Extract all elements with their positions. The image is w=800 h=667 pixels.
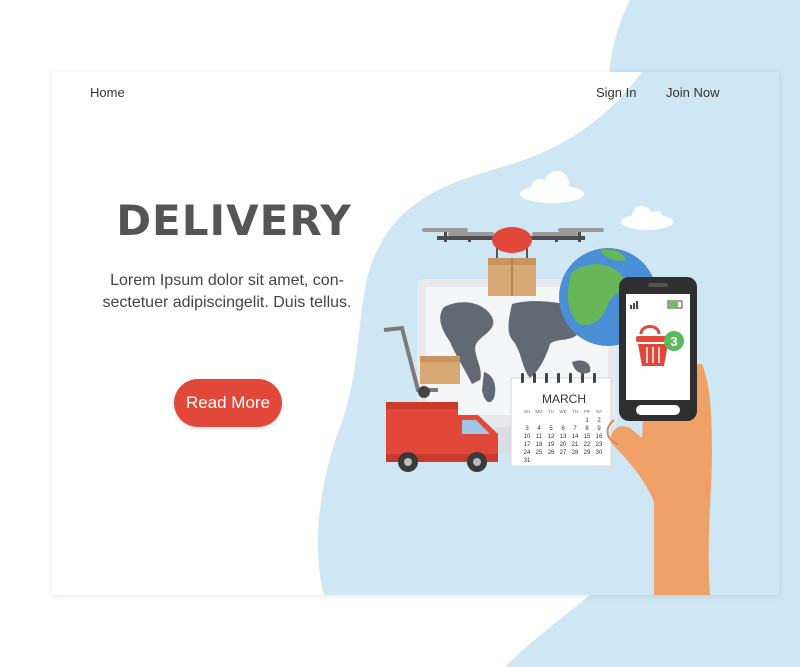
calendar-day: 13 [560, 434, 567, 440]
calendar-day: 12 [548, 434, 555, 440]
calendar-day: 28 [572, 450, 579, 456]
calendar-weekday: FR [584, 409, 591, 414]
calendar-day: 24 [524, 450, 531, 456]
calendar-day: 31 [524, 458, 531, 464]
calendar-day: 15 [584, 434, 591, 440]
calendar-day: 11 [536, 434, 543, 440]
calendar-weekday: SU [524, 409, 530, 414]
calendar-weekday: TU [548, 409, 554, 414]
cart-count-text: 3 [670, 334, 677, 349]
cloud-icon [621, 206, 673, 230]
calendar-day: 10 [524, 434, 531, 440]
calendar-icon: MARCH SU MO TU WE TH FR SA 1 23 4 5 6 7 8 910 11… [510, 373, 612, 467]
calendar-day: 30 [596, 450, 603, 456]
calendar-day: 23 [596, 442, 603, 448]
calendar-weekday: TH [572, 409, 578, 414]
calendar-day: 19 [548, 442, 555, 448]
calendar-day: 18 [536, 442, 543, 448]
calendar-day: 16 [596, 434, 603, 440]
calendar-day: 26 [548, 450, 555, 456]
calendar-weekday: SA [596, 409, 602, 414]
landing-page-card: Home Sign In Join Now DELIVERY Lorem Ips… [52, 72, 779, 595]
delivery-illustration: MARCH SU MO TU WE TH FR SA 1 23 4 5 6 7 8 910 11… [383, 171, 712, 595]
calendar-day: 14 [572, 434, 579, 440]
calendar-weekday: MO [535, 409, 543, 414]
calendar-day: 17 [524, 442, 531, 448]
calendar-weekday: WE [559, 409, 566, 414]
smartphone-icon: 3 [619, 277, 697, 421]
cloud-icon [520, 171, 584, 203]
calendar-day: 25 [536, 450, 543, 456]
calendar-day: 27 [560, 450, 567, 456]
calendar-day: 21 [572, 442, 579, 448]
calendar-day: 22 [584, 442, 591, 448]
calendar-day: 20 [560, 442, 567, 448]
calendar-month: MARCH [542, 392, 586, 406]
calendar-day: 29 [584, 450, 591, 456]
